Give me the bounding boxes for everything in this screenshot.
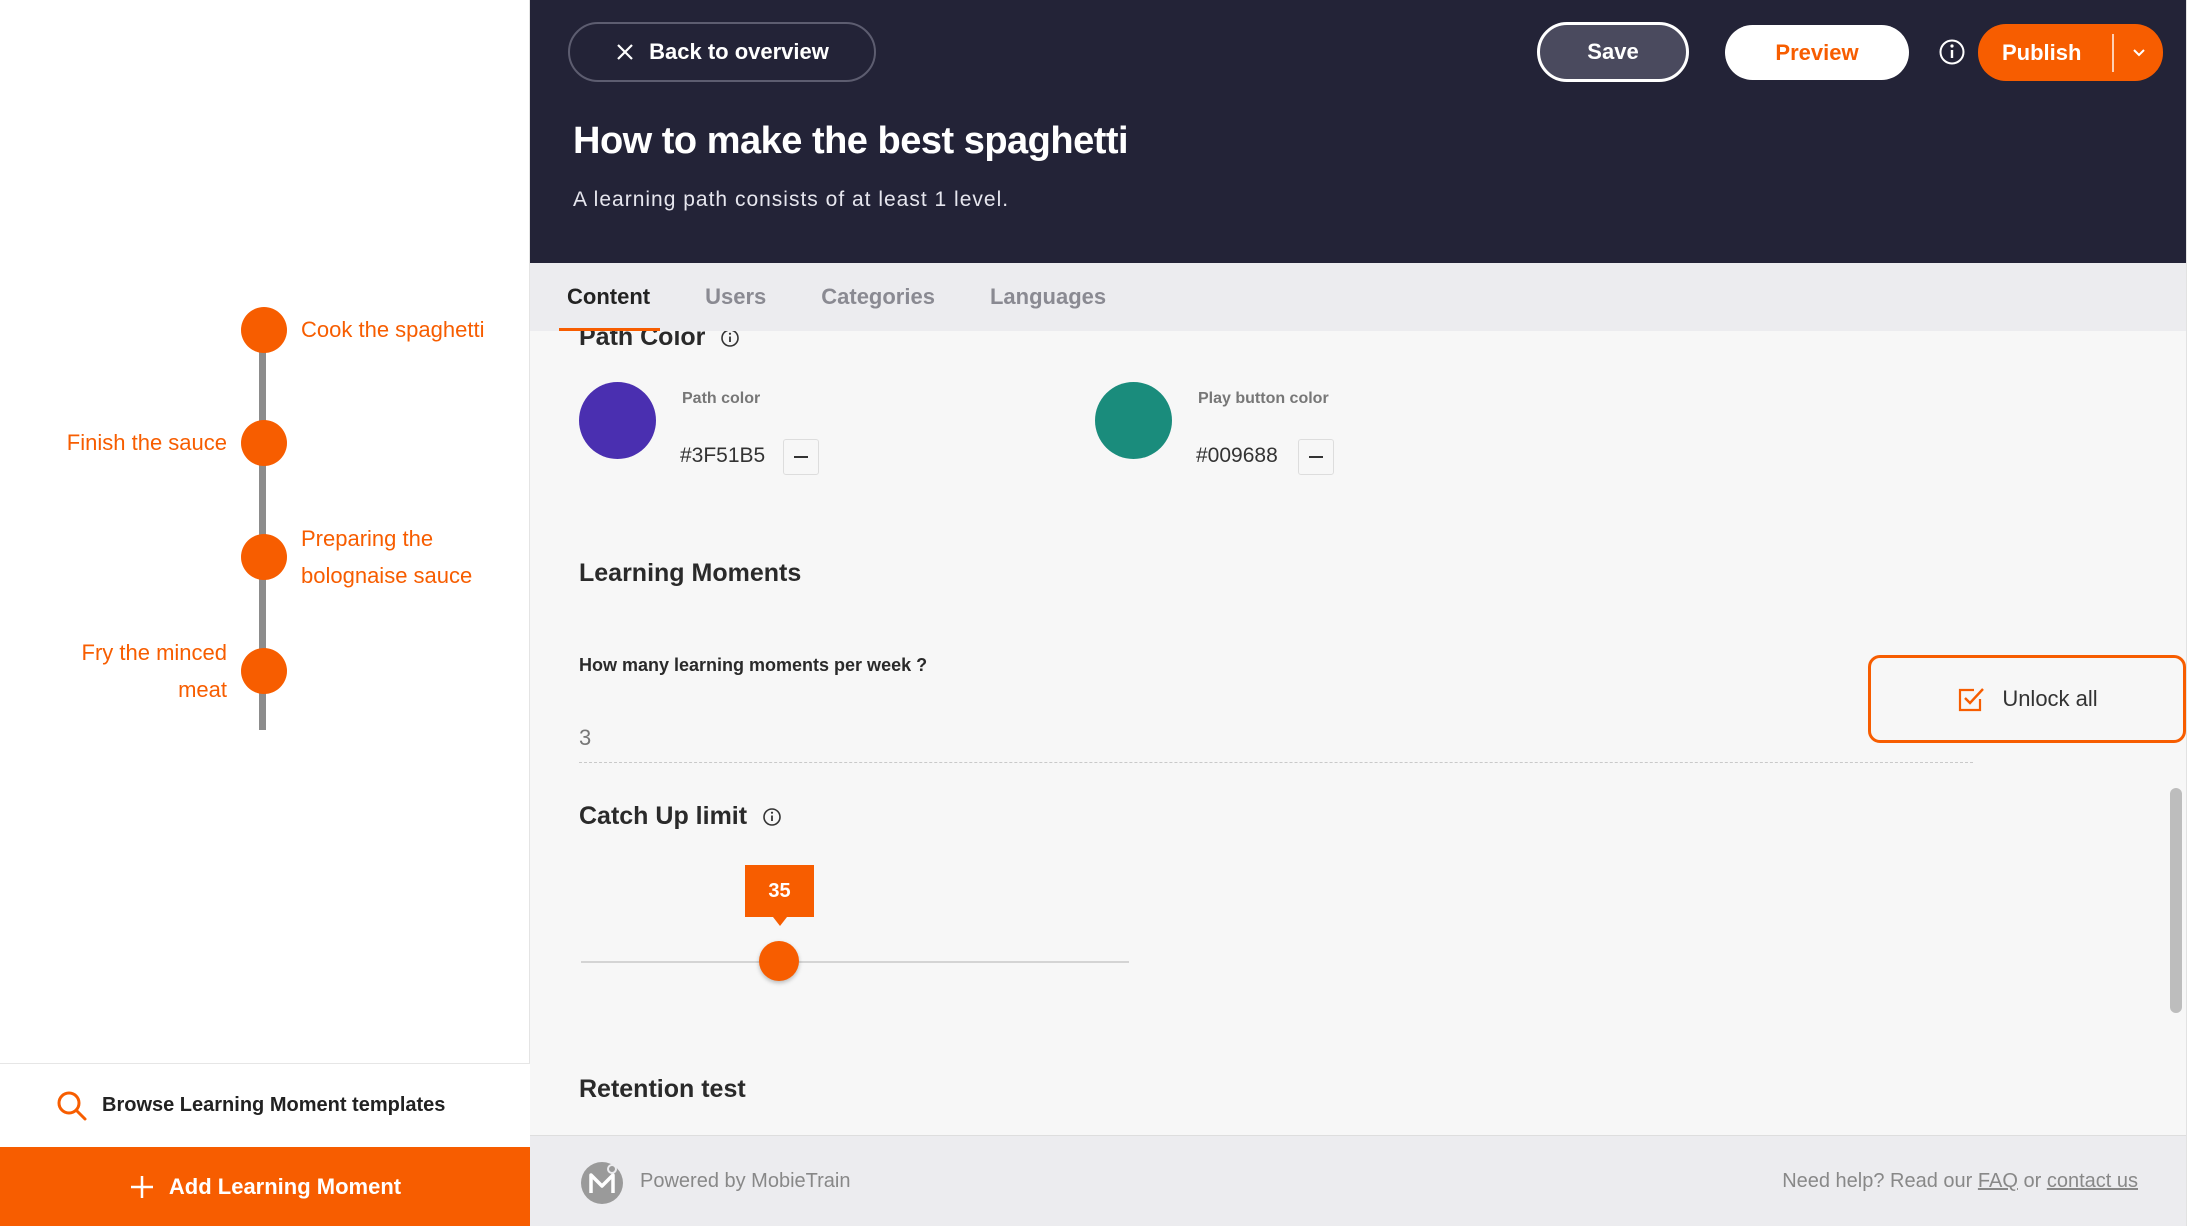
help-text: Need help? Read our FAQ or contact us (1782, 1170, 2138, 1193)
path-node-label[interactable]: Preparing the bolognaise sauce (301, 520, 491, 594)
browse-templates-label: Browse Learning Moment templates (102, 1094, 446, 1116)
sidebar: Cook the spaghetti Finish the sauce Prep… (0, 0, 530, 1226)
path-node-label[interactable]: Finish the sauce (67, 424, 227, 461)
play-button-color-value: #009688 (1196, 444, 1278, 467)
mobietrain-logo-icon (581, 1162, 623, 1204)
content-panel: Path Color Path color #3F51B5 Play butto… (530, 331, 2186, 1135)
preview-button[interactable]: Preview (1725, 25, 1909, 80)
info-icon[interactable] (762, 807, 782, 827)
page-title: How to make the best spaghetti (573, 120, 1129, 162)
save-button[interactable]: Save (1537, 22, 1689, 82)
add-learning-moment-button[interactable]: Add Learning Moment (0, 1147, 530, 1226)
play-button-color-swatch[interactable] (1095, 382, 1172, 459)
checkbox-checked-icon (1959, 688, 1985, 712)
path-node-1[interactable] (241, 307, 287, 353)
tab-content[interactable]: Content (558, 263, 661, 331)
path-color-remove-button[interactable] (783, 439, 819, 475)
catch-up-slider-track[interactable] (581, 961, 1129, 963)
plus-icon (130, 1175, 153, 1198)
tab-bar: Content Users Categories Languages (530, 263, 2186, 331)
page-subtitle: A learning path consists of at least 1 l… (573, 188, 1010, 211)
close-icon (617, 44, 633, 60)
learning-moments-per-week-input[interactable] (579, 713, 1973, 763)
path-node-4[interactable] (241, 648, 287, 694)
tab-languages[interactable]: Languages (990, 263, 1106, 331)
publish-button[interactable]: Publish (1978, 40, 2112, 66)
retention-test-title: Retention test (579, 1075, 746, 1103)
path-node-3[interactable] (241, 534, 287, 580)
publish-split-button: Publish (1978, 24, 2163, 81)
chevron-down-icon (2132, 48, 2145, 56)
search-icon (57, 1091, 87, 1120)
catch-up-value-tooltip: 35 (745, 865, 814, 926)
help-prefix: Need help? Read our (1782, 1170, 1973, 1192)
path-color-heading: Path Color (579, 331, 740, 352)
back-to-overview-button[interactable]: Back to overview (568, 22, 876, 82)
contact-us-link[interactable]: contact us (2047, 1170, 2138, 1192)
tab-categories[interactable]: Categories (821, 263, 935, 331)
help-or: or (2023, 1170, 2042, 1192)
tab-users[interactable]: Users (705, 263, 766, 331)
unlock-all-label: Unlock all (2002, 686, 2098, 711)
path-node-label[interactable]: Cook the spaghetti (301, 311, 484, 348)
path-node-label[interactable]: Fry the minced meat (57, 634, 228, 708)
faq-link[interactable]: FAQ (1978, 1170, 2018, 1192)
add-learning-moment-label: Add Learning Moment (168, 1173, 402, 1199)
path-color-value: #3F51B5 (680, 444, 766, 467)
path-node-2[interactable] (241, 420, 287, 466)
path-color-swatch[interactable] (579, 382, 656, 459)
footer: Powered by MobieTrain Need help? Read ou… (530, 1135, 2186, 1226)
editor-header: Back to overview Save Preview Publish Ho… (530, 0, 2186, 263)
play-button-color-label: Play button color (1198, 390, 1329, 407)
learning-moments-title: Learning Moments (579, 559, 802, 587)
info-icon[interactable] (1938, 38, 1966, 66)
content-scrollbar[interactable] (2170, 788, 2182, 1013)
path-color-title: Path Color (579, 331, 706, 351)
learning-moments-question: How many learning moments per week ? (579, 655, 928, 675)
info-icon[interactable] (720, 331, 740, 348)
unlock-all-button[interactable]: Unlock all (1868, 655, 2186, 743)
back-to-overview-label: Back to overview (649, 39, 829, 64)
catch-up-heading: Catch Up limit (579, 802, 782, 831)
powered-by-text: Powered by MobieTrain (640, 1170, 851, 1192)
catch-up-title: Catch Up limit (579, 802, 748, 830)
publish-dropdown-button[interactable] (2114, 45, 2163, 61)
window-edge (2186, 0, 2200, 1226)
browse-templates-button[interactable]: Browse Learning Moment templates (0, 1063, 530, 1147)
play-button-color-remove-button[interactable] (1298, 439, 1334, 475)
path-color-label: Path color (682, 390, 761, 407)
catch-up-slider-thumb[interactable] (759, 941, 799, 981)
